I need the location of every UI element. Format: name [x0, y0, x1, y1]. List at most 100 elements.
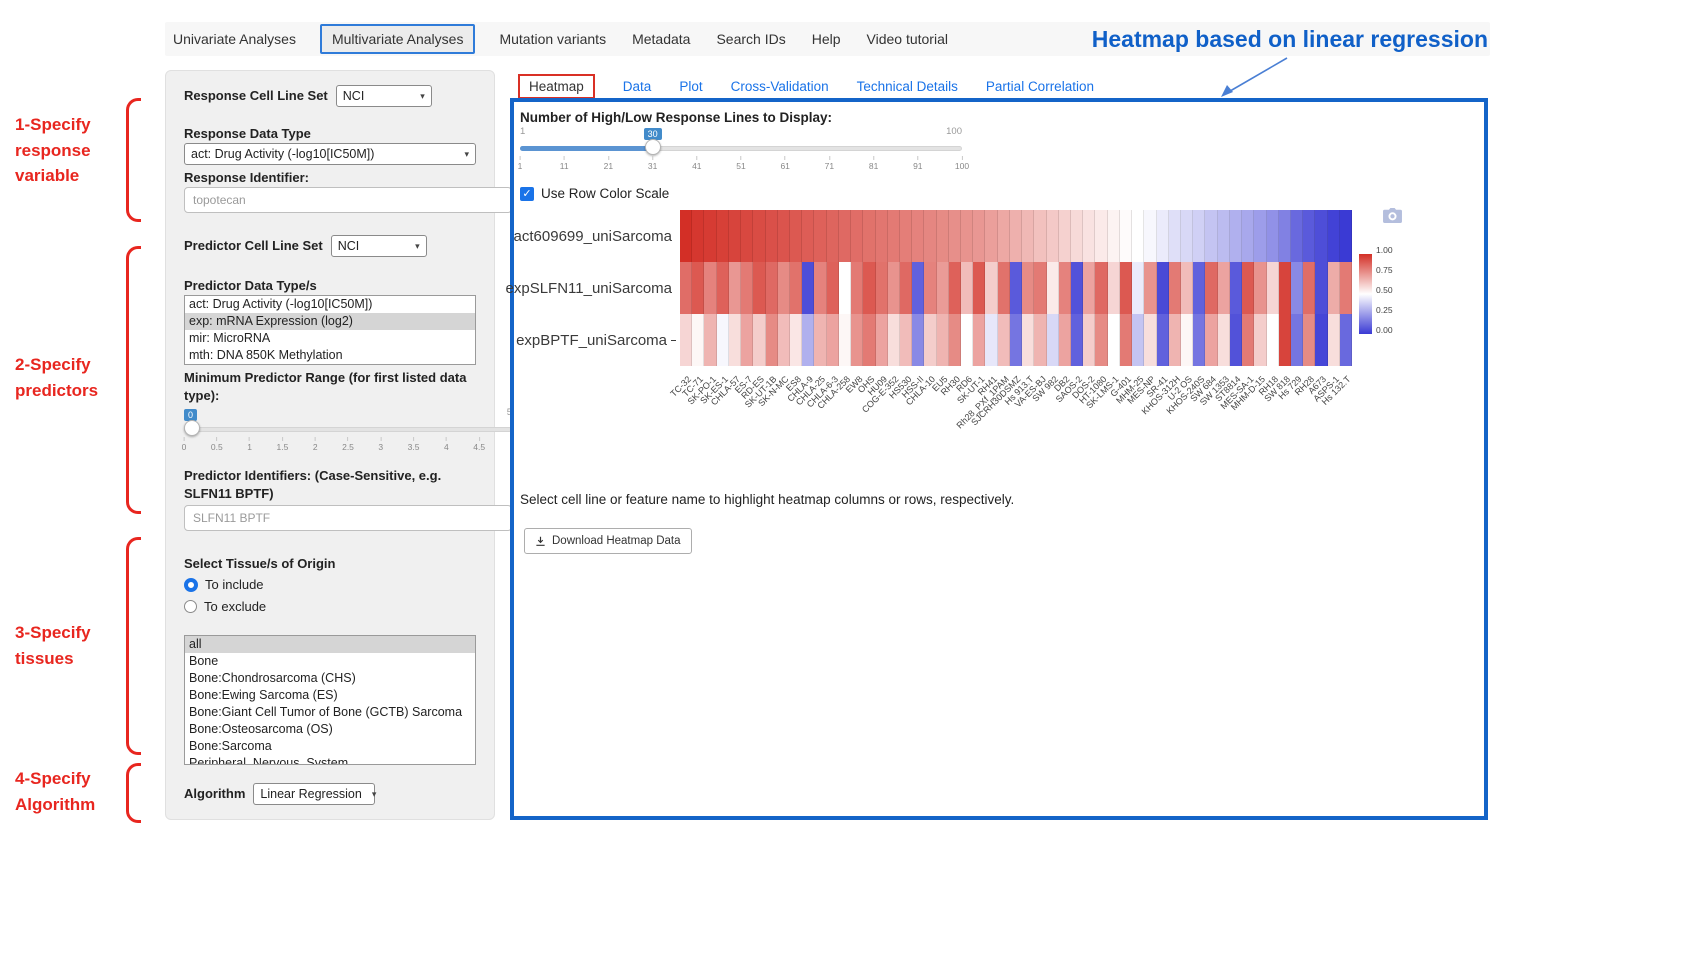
heatmap-cell[interactable]: [778, 210, 790, 262]
heatmap-cell[interactable]: [1315, 314, 1327, 366]
results-tab-technical-details[interactable]: Technical Details: [857, 79, 958, 94]
heatmap-cell[interactable]: [961, 262, 973, 314]
tissue-include-radio[interactable]: [184, 578, 198, 592]
heatmap-cell[interactable]: [1095, 314, 1107, 366]
response-lines-slider[interactable]: 1 100 30 1112131415161718191100: [520, 126, 962, 182]
heatmap-cell[interactable]: [1218, 262, 1230, 314]
heatmap-cell[interactable]: [985, 314, 997, 366]
heatmap-cell[interactable]: [949, 262, 961, 314]
heatmap-cell[interactable]: [1303, 314, 1315, 366]
heatmap-cell[interactable]: [863, 210, 875, 262]
heatmap-cell[interactable]: [912, 314, 924, 366]
heatmap-cell[interactable]: [1022, 314, 1034, 366]
heatmap-cell[interactable]: [900, 262, 912, 314]
heatmap-cell[interactable]: [1303, 210, 1315, 262]
heatmap-cell[interactable]: [790, 262, 802, 314]
heatmap-cell[interactable]: [729, 314, 741, 366]
heatmap-cell[interactable]: [1132, 210, 1144, 262]
heatmap-cell[interactable]: [704, 314, 716, 366]
heatmap-cell[interactable]: [1291, 314, 1303, 366]
heatmap-cell[interactable]: [851, 262, 863, 314]
results-tab-cross-validation[interactable]: Cross-Validation: [731, 79, 829, 94]
results-tab-partial-correlation[interactable]: Partial Correlation: [986, 79, 1094, 94]
heatmap-cell[interactable]: [924, 262, 936, 314]
heatmap-cell[interactable]: [985, 210, 997, 262]
slider-handle[interactable]: [184, 420, 200, 436]
heatmap-cell[interactable]: [1193, 210, 1205, 262]
heatmap-cell[interactable]: [704, 262, 716, 314]
heatmap-cell[interactable]: [1303, 262, 1315, 314]
heatmap-cell[interactable]: [863, 314, 875, 366]
results-tab-heatmap[interactable]: Heatmap: [518, 74, 595, 99]
heatmap-cell[interactable]: [741, 314, 753, 366]
heatmap-cell[interactable]: [692, 262, 704, 314]
slider-track[interactable]: [184, 427, 512, 432]
heatmap-cell[interactable]: [704, 210, 716, 262]
heatmap-cell[interactable]: [1034, 314, 1046, 366]
heatmap-cell[interactable]: [802, 262, 814, 314]
heatmap-cell[interactable]: [1083, 210, 1095, 262]
results-tab-plot[interactable]: Plot: [679, 79, 702, 94]
heatmap-cell[interactable]: [741, 262, 753, 314]
heatmap-cell[interactable]: [876, 314, 888, 366]
heatmap-cell[interactable]: [729, 262, 741, 314]
predictor-data-type-option[interactable]: mth: DNA 850K Methylation: [185, 347, 475, 364]
heatmap-cell[interactable]: [766, 262, 778, 314]
nav-tab-univariate-analyses[interactable]: Univariate Analyses: [171, 26, 298, 52]
heatmap-cell[interactable]: [692, 314, 704, 366]
heatmap-cell[interactable]: [1340, 262, 1352, 314]
heatmap-cell[interactable]: [1169, 262, 1181, 314]
heatmap-cell[interactable]: [1291, 262, 1303, 314]
heatmap-cell[interactable]: [949, 210, 961, 262]
heatmap-cell[interactable]: [1034, 210, 1046, 262]
heatmap-cell[interactable]: [876, 210, 888, 262]
predictor-cell-line-set-select[interactable]: NCI ▾: [331, 235, 427, 257]
heatmap-cell[interactable]: [1132, 262, 1144, 314]
heatmap-cell[interactable]: [1083, 262, 1095, 314]
heatmap-cell[interactable]: [1193, 314, 1205, 366]
response-data-type-select[interactable]: act: Drug Activity (-log10[IC50M]) ▾: [184, 143, 476, 165]
predictor-data-type-option[interactable]: act: Drug Activity (-log10[IC50M]): [185, 296, 475, 313]
heatmap-cell[interactable]: [1315, 210, 1327, 262]
heatmap-cell[interactable]: [1328, 314, 1340, 366]
heatmap-cell[interactable]: [1108, 314, 1120, 366]
heatmap-cell[interactable]: [998, 262, 1010, 314]
heatmap-cell[interactable]: [1132, 314, 1144, 366]
nav-tab-mutation-variants[interactable]: Mutation variants: [497, 26, 608, 52]
heatmap-cell[interactable]: [900, 210, 912, 262]
heatmap-cell[interactable]: [1218, 210, 1230, 262]
heatmap-cell[interactable]: [1047, 314, 1059, 366]
heatmap-cell[interactable]: [778, 314, 790, 366]
heatmap-cell[interactable]: [1242, 210, 1254, 262]
heatmap-cell[interactable]: [1108, 262, 1120, 314]
heatmap-cell[interactable]: [814, 262, 826, 314]
heatmap-cell[interactable]: [961, 314, 973, 366]
heatmap-cell[interactable]: [692, 210, 704, 262]
heatmap-cell[interactable]: [1144, 314, 1156, 366]
heatmap-cell[interactable]: [1230, 314, 1242, 366]
heatmap-cell[interactable]: [1120, 314, 1132, 366]
heatmap-cell[interactable]: [1169, 210, 1181, 262]
heatmap-cell[interactable]: [851, 210, 863, 262]
heatmap-cell[interactable]: [680, 210, 692, 262]
heatmap-cell[interactable]: [1059, 210, 1071, 262]
heatmap-cell[interactable]: [827, 262, 839, 314]
heatmap-cell[interactable]: [888, 262, 900, 314]
heatmap-cell[interactable]: [900, 314, 912, 366]
heatmap-cell[interactable]: [814, 210, 826, 262]
heatmap-cell[interactable]: [1095, 262, 1107, 314]
nav-tab-metadata[interactable]: Metadata: [630, 26, 692, 52]
heatmap-cell[interactable]: [1144, 262, 1156, 314]
heatmap-cell[interactable]: [961, 210, 973, 262]
heatmap-cell[interactable]: [1034, 262, 1046, 314]
heatmap-cell[interactable]: [1181, 210, 1193, 262]
heatmap-cell[interactable]: [851, 314, 863, 366]
heatmap-cell[interactable]: [1267, 262, 1279, 314]
heatmap-row-label[interactable]: expSLFN11_uniSarcoma: [514, 262, 676, 314]
results-tab-data[interactable]: Data: [623, 79, 652, 94]
heatmap-cell[interactable]: [1279, 210, 1291, 262]
tissue-option[interactable]: Bone:Ewing Sarcoma (ES): [185, 687, 475, 704]
heatmap-cell[interactable]: [1095, 210, 1107, 262]
nav-tab-video-tutorial[interactable]: Video tutorial: [865, 26, 950, 52]
heatmap-cell[interactable]: [937, 314, 949, 366]
